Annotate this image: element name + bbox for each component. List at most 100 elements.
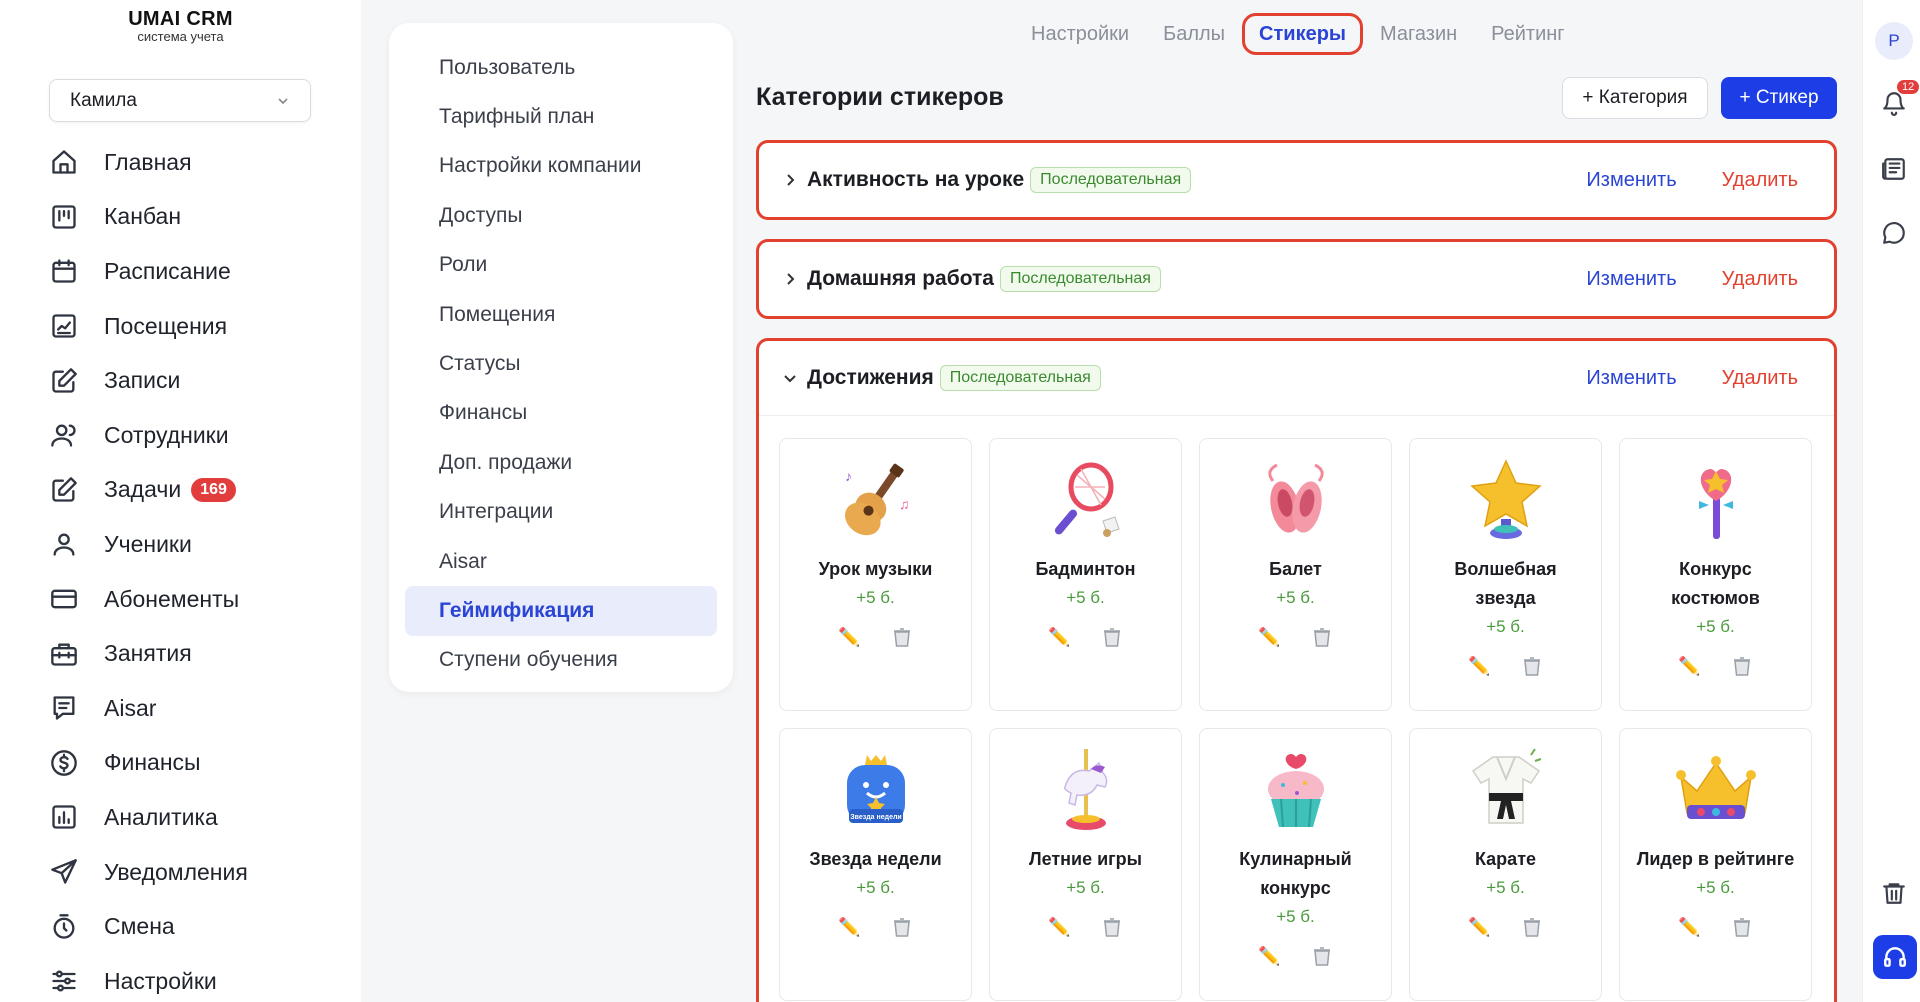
nav-label: Сотрудники — [104, 421, 229, 448]
nav-label: Абонементы — [104, 585, 240, 612]
pencil-icon[interactable]: ✏️ — [1258, 945, 1280, 967]
svg-text:♫: ♫ — [899, 496, 910, 512]
edit-category-button[interactable]: Изменить — [1586, 268, 1676, 291]
category-header[interactable]: Домашняя работа Последовательная Изменит… — [759, 242, 1834, 316]
right-rail: P 12 — [1862, 0, 1920, 1002]
category-name: Домашняя работа — [807, 267, 994, 290]
sticker-name: Балет — [1269, 559, 1322, 579]
menu-item-upsells[interactable]: Доп. продажи — [405, 438, 717, 487]
pencil-icon[interactable]: ✏️ — [1468, 655, 1490, 677]
trash-icon[interactable] — [1101, 626, 1123, 648]
trash-icon[interactable] — [1521, 655, 1543, 677]
trash-icon[interactable] — [1521, 916, 1543, 938]
svg-text:♪: ♪ — [845, 468, 852, 484]
tab-settings[interactable]: Настройки — [1014, 13, 1146, 55]
add-sticker-button[interactable]: + Стикер — [1721, 77, 1837, 119]
analytics-icon — [49, 802, 79, 832]
chevron-right-icon[interactable] — [781, 171, 799, 189]
nav-item-settings[interactable]: Настройки — [49, 954, 339, 1002]
user-select-value: Камила — [70, 89, 137, 111]
pencil-icon[interactable]: ✏️ — [1468, 916, 1490, 938]
nav-label: Смена — [104, 913, 175, 940]
chevron-right-icon[interactable] — [781, 270, 799, 288]
trash-icon[interactable] — [891, 916, 913, 938]
tasks-icon — [49, 475, 79, 505]
delete-category-button[interactable]: Удалить — [1722, 169, 1798, 192]
pencil-icon[interactable]: ✏️ — [1678, 916, 1700, 938]
app-title: UMAI CRM — [128, 8, 233, 30]
edit-icon — [49, 366, 79, 396]
nav-item-kanban[interactable]: Канбан — [49, 190, 339, 245]
add-category-button[interactable]: + Категория — [1562, 77, 1708, 119]
nav-item-analytics[interactable]: Аналитика — [49, 790, 339, 845]
trash-icon[interactable] — [1731, 916, 1753, 938]
kanban-icon — [49, 202, 79, 232]
chat-icon[interactable] — [1879, 218, 1909, 248]
sticker-name: Урок музыки — [818, 559, 933, 579]
nav-item-notifications[interactable]: Уведомления — [49, 845, 339, 900]
tab-shop[interactable]: Магазин — [1363, 13, 1474, 55]
pencil-icon[interactable]: ✏️ — [1258, 626, 1280, 648]
nav-item-tasks[interactable]: Задачи 169 — [49, 463, 339, 518]
nav-item-home[interactable]: Главная — [49, 135, 339, 190]
trash-icon[interactable] — [1879, 878, 1909, 908]
menu-item-integrations[interactable]: Интеграции — [405, 488, 717, 537]
avatar[interactable]: P — [1875, 22, 1913, 60]
nav-item-shift[interactable]: Смена — [49, 899, 339, 954]
edit-category-button[interactable]: Изменить — [1586, 169, 1676, 192]
tab-rating[interactable]: Рейтинг — [1474, 13, 1581, 55]
newspaper-icon[interactable] — [1879, 154, 1909, 184]
nav-item-schedule[interactable]: Расписание — [49, 244, 339, 299]
category-header[interactable]: Достижения Последовательная Изменить Уда… — [759, 341, 1834, 415]
nav-item-records[interactable]: Записи — [49, 353, 339, 408]
category-panel: Достижения Последовательная Изменить Уда… — [756, 338, 1837, 1002]
menu-item-tariff[interactable]: Тарифный план — [405, 92, 717, 141]
trash-icon[interactable] — [1731, 655, 1753, 677]
trash-icon[interactable] — [1101, 916, 1123, 938]
nav-item-attendance[interactable]: Посещения — [49, 299, 339, 354]
headset-icon[interactable] — [1873, 935, 1917, 979]
menu-item-gamification[interactable]: Геймификация — [405, 586, 717, 636]
trash-icon[interactable] — [1311, 945, 1333, 967]
logo[interactable]: UMAI CRM система учета — [0, 8, 361, 44]
tab-stickers[interactable]: Стикеры — [1242, 13, 1364, 55]
trash-icon[interactable] — [891, 626, 913, 648]
menu-item-user[interactable]: Пользователь — [405, 43, 717, 92]
menu-item-access[interactable]: Доступы — [405, 191, 717, 240]
sticker-card: Балет +5 б. ✏️ — [1199, 438, 1392, 711]
menu-item-levels[interactable]: Ступени обучения — [405, 636, 717, 685]
sticker-grid: ♪ ♫ Урок музыки +5 б. ✏️ Бадминтон +5 б. … — [759, 415, 1834, 1001]
category-header[interactable]: Активность на уроке Последовательная Изм… — [759, 143, 1834, 217]
edit-category-button[interactable]: Изменить — [1586, 367, 1676, 390]
chevron-down-icon[interactable] — [781, 369, 799, 387]
user-select[interactable]: Камила — [49, 79, 311, 122]
pencil-icon[interactable]: ✏️ — [838, 916, 860, 938]
menu-item-aisar[interactable]: Aisar — [405, 537, 717, 586]
menu-item-statuses[interactable]: Статусы — [405, 339, 717, 388]
delete-category-button[interactable]: Удалить — [1722, 367, 1798, 390]
star-week-icon: Звезда недели — [833, 747, 919, 833]
menu-item-roles[interactable]: Роли — [405, 241, 717, 290]
nav-item-lessons[interactable]: Занятия — [49, 626, 339, 681]
nav-item-students[interactable]: Ученики — [49, 517, 339, 572]
nav-item-staff[interactable]: Сотрудники — [49, 408, 339, 463]
menu-item-finance[interactable]: Финансы — [405, 389, 717, 438]
trash-icon[interactable] — [1311, 626, 1333, 648]
tab-points[interactable]: Баллы — [1146, 13, 1242, 55]
notification-count-badge: 12 — [1897, 80, 1920, 94]
delete-category-button[interactable]: Удалить — [1722, 268, 1798, 291]
sticker-card: Бадминтон +5 б. ✏️ — [989, 438, 1182, 711]
nav-item-finance[interactable]: Финансы — [49, 736, 339, 791]
menu-item-rooms[interactable]: Помещения — [405, 290, 717, 339]
nav-item-aisar[interactable]: Aisar — [49, 681, 339, 736]
pencil-icon[interactable]: ✏️ — [1678, 655, 1700, 677]
card-icon — [49, 584, 79, 614]
app-subtitle: система учета — [137, 29, 224, 44]
sticker-card: ♪ ♫ Урок музыки +5 б. ✏️ — [779, 438, 972, 711]
menu-item-company[interactable]: Настройки компании — [405, 142, 717, 191]
pencil-icon[interactable]: ✏️ — [1048, 916, 1070, 938]
pencil-icon[interactable]: ✏️ — [1048, 626, 1070, 648]
nav-item-subscriptions[interactable]: Абонементы — [49, 572, 339, 627]
pencil-icon[interactable]: ✏️ — [838, 626, 860, 648]
sticker-points: +5 б. — [1696, 878, 1735, 897]
